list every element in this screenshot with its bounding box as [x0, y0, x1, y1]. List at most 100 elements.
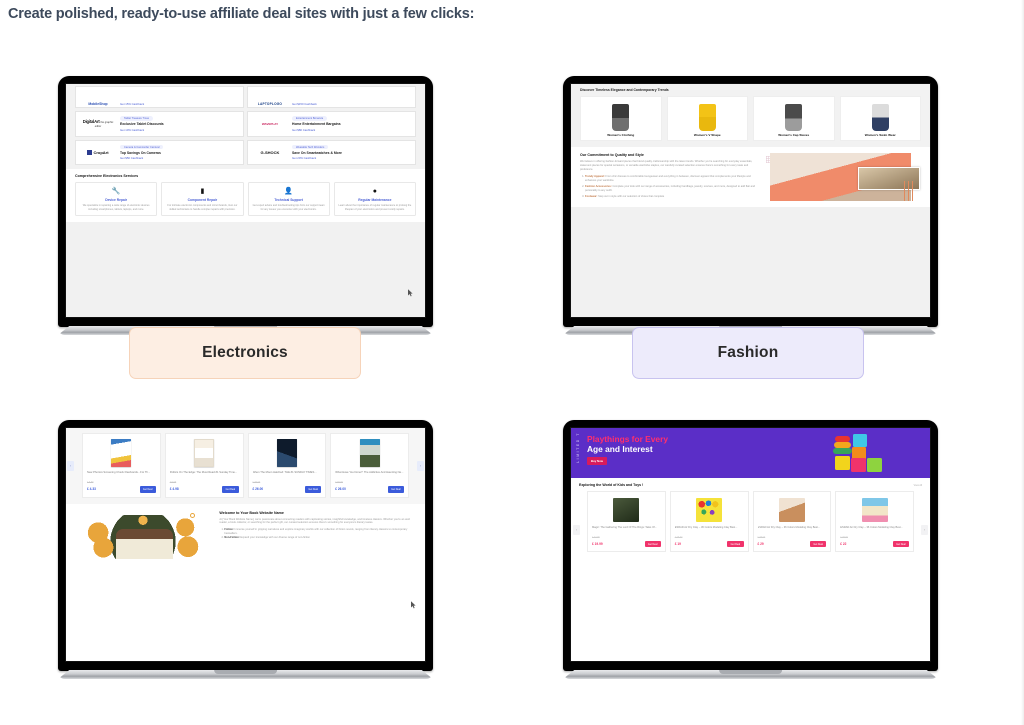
service-card[interactable]: ● Regular Maintenance Learn about the im…: [333, 182, 416, 217]
womens-v-shape-icon: [698, 104, 716, 131]
service-card[interactable]: 👤 Technical Support Get expert advice an…: [247, 182, 330, 217]
brand-logo-waveplay: WAVEPLAY: [253, 122, 287, 126]
get-deal-button[interactable]: Get Deal: [892, 541, 909, 548]
view-all-link[interactable]: View All: [914, 484, 922, 487]
product-price-row: £ 4.33 Get Deal: [87, 486, 156, 493]
services-grid: 🔧 Device Repair We specialize in repairi…: [75, 182, 416, 217]
get-deal-button[interactable]: Get Deal: [810, 541, 827, 548]
category-card[interactable]: Women's V Shape: [666, 96, 748, 141]
product-title: ESRAD Air Dry Clay – 36 Colors Modeling …: [674, 526, 738, 529]
product-card[interactable]: When The Moon Hatched: THE #1 SUNDAY TIM…: [247, 433, 327, 498]
service-title: Component Repair: [187, 198, 218, 203]
get-deal-button[interactable]: Get Deal: [305, 486, 322, 493]
brand-name: MobileShop: [88, 102, 108, 106]
product-card[interactable]: Politics On The Edge: The Must Read #1 S…: [164, 433, 244, 498]
book-cover-icon: [359, 439, 380, 467]
product-price-row: £ 4.98 Get Deal: [170, 486, 239, 493]
get-deal-button[interactable]: Get Deal: [222, 486, 239, 493]
commitment-body: We believe in offering fashion-forward p…: [580, 160, 753, 171]
carousel-prev-button[interactable]: ‹: [573, 524, 580, 535]
product-price: £ 19.99: [592, 542, 603, 547]
deal-info: Get $150 Cashback: [292, 102, 410, 106]
product-image: [170, 438, 239, 468]
product-title: Magic: The Gathering The Lord Of The Rin…: [592, 526, 657, 529]
service-title: Technical Support: [274, 198, 303, 203]
category-card[interactable]: Women's Swim Wear: [839, 96, 921, 141]
product-card[interactable]: ESRAD Air Dry Clay – 36 Colors Modeling …: [669, 491, 749, 553]
deal-title: Home Entertainment Bargains: [292, 122, 341, 127]
list-item-text: From chic dresses to comfortable loungew…: [585, 174, 751, 182]
deal-info: Entertainment Bonanza Home Entertainment…: [292, 116, 410, 132]
toy-block-icon: [851, 458, 866, 472]
brand-name: G-SHOCK: [260, 149, 280, 155]
laptop-mockup-books: ‹ › New Phonics Screening Check Flashcar…: [58, 420, 433, 681]
category-pill-fashion[interactable]: Fashion: [632, 327, 864, 379]
welcome-heading: Welcome to Your Book Website Name: [219, 510, 284, 515]
deal-card[interactable]: WAVEPLAY Entertainment Bonanza Home Ente…: [247, 111, 416, 137]
product-image: [335, 438, 404, 468]
brand-name-wrap: CropArt: [87, 149, 109, 155]
product-card[interactable]: What Have You Done?: The Addictive And H…: [330, 433, 409, 498]
product-card[interactable]: Magic: The Gathering The Lord Of The Rin…: [587, 491, 666, 553]
gear-icon: ●: [372, 188, 377, 196]
category-label: Women's V Shape: [693, 133, 721, 137]
category-card[interactable]: Women's Cap Sleves: [753, 96, 835, 141]
product-card[interactable]: New Phonics Screening Check Flashcards -…: [82, 433, 161, 498]
product-card[interactable]: ESRAD Air Dry Clay – 36 Colors Modeling …: [752, 491, 832, 553]
commitment-list: Trendy Apparel: From chic dresses to com…: [580, 175, 759, 199]
womens-clothing-icon: [612, 104, 630, 131]
carousel-prev-button[interactable]: ‹: [67, 460, 74, 471]
category-card[interactable]: Women's Clothing: [580, 96, 662, 141]
site-books[interactable]: ‹ › New Phonics Screening Check Flashcar…: [66, 428, 425, 661]
category-image: [671, 101, 745, 131]
category-pill-electronics[interactable]: Electronics: [129, 327, 361, 379]
deal-card[interactable]: G-SHOCK Wearable Tech Wonders Save On Sm…: [247, 139, 416, 166]
product-card[interactable]: ESRAD Air Dry Clay – 36 Colors Modeling …: [835, 491, 914, 553]
preview-cell-books: ‹ › New Phonics Screening Check Flashcar…: [8, 420, 483, 681]
site-toys[interactable]: LIMITED T Playthings for Every Age and I…: [571, 428, 930, 661]
service-body: We specialize in repairing a wide range …: [82, 204, 150, 211]
list-item-term: Non-Fiction:: [224, 536, 240, 540]
electronics-deals-partial-row: MobileShop Get 15% Cashback LAPTOPLOGO G…: [75, 86, 416, 108]
product-price: £ 26.00: [335, 487, 346, 492]
brand-logo-gshock: G-SHOCK: [253, 150, 287, 155]
deal-card[interactable]: LAPTOPLOGO Get $150 Cashback: [247, 86, 416, 108]
product-price: £ 22: [840, 542, 847, 547]
product-price-row: £ 26.00 Get Deal: [253, 486, 322, 493]
brand-name: LAPTOPLOGO: [257, 102, 283, 106]
deal-info: Tablet Treasure Trove Exclusive Tablet D…: [120, 116, 238, 132]
product-title: What Have You Done?: The Addictive And H…: [335, 471, 404, 474]
toys-heading: Exploring the World of Kids and Toys !: [579, 483, 644, 487]
carousel-next-button[interactable]: ›: [921, 524, 928, 535]
laptop-notch: [213, 670, 278, 674]
toys-product-grid: Magic: The Gathering The Lord Of The Rin…: [579, 491, 922, 553]
wrench-icon: 🔧: [111, 188, 121, 196]
fashion-commitment-section: Our Commitment to Quality and Style We b…: [571, 147, 930, 208]
carousel-next-button[interactable]: ›: [417, 460, 424, 471]
product-image: [675, 496, 744, 523]
product-title: Politics On The Edge: The Must Read #1 S…: [169, 471, 238, 474]
get-deal-button[interactable]: Get Deal: [727, 541, 744, 548]
get-deal-button[interactable]: Get Deal: [139, 486, 156, 493]
service-card[interactable]: ▮ Component Repair For intricate electro…: [161, 182, 244, 217]
commitment-text: Our Commitment to Quality and Style We b…: [580, 153, 759, 201]
site-electronics[interactable]: MobileShop Get 15% Cashback LAPTOPLOGO G…: [66, 84, 425, 317]
laptop-screen-books: ‹ › New Phonics Screening Check Flashcar…: [65, 427, 426, 662]
laptop-mockup-fashion: Discover Timeless Elegance and Contempor…: [563, 76, 938, 337]
product-old-price: £ 28.00: [840, 537, 848, 540]
deal-cashback: Get $50 Cashback: [120, 156, 144, 161]
get-deal-button[interactable]: Get Deal: [644, 541, 661, 548]
site-fashion[interactable]: Discover Timeless Elegance and Contempor…: [571, 84, 930, 317]
deal-card[interactable]: CropArt Camera & Camcorder Carnival Top …: [75, 139, 244, 166]
electronics-deals-grid: DigitalArt the graphic editor Tablet Tre…: [75, 111, 416, 166]
get-deal-button[interactable]: Get Deal: [387, 486, 404, 493]
hero-toy-blocks-image: [825, 432, 920, 478]
service-card[interactable]: 🔧 Device Repair We specialize in repairi…: [75, 182, 158, 217]
list-item-term: Fashion Accessories:: [585, 184, 612, 188]
fashion-heading: Discover Timeless Elegance and Contempor…: [580, 88, 669, 92]
deal-card[interactable]: MobileShop Get 15% Cashback: [75, 86, 244, 108]
service-title: Regular Maintenance: [358, 198, 392, 203]
deal-card[interactable]: DigitalArt the graphic editor Tablet Tre…: [75, 111, 244, 137]
book-cover-icon: [194, 439, 215, 467]
buy-now-button[interactable]: Buy Now: [587, 457, 607, 465]
